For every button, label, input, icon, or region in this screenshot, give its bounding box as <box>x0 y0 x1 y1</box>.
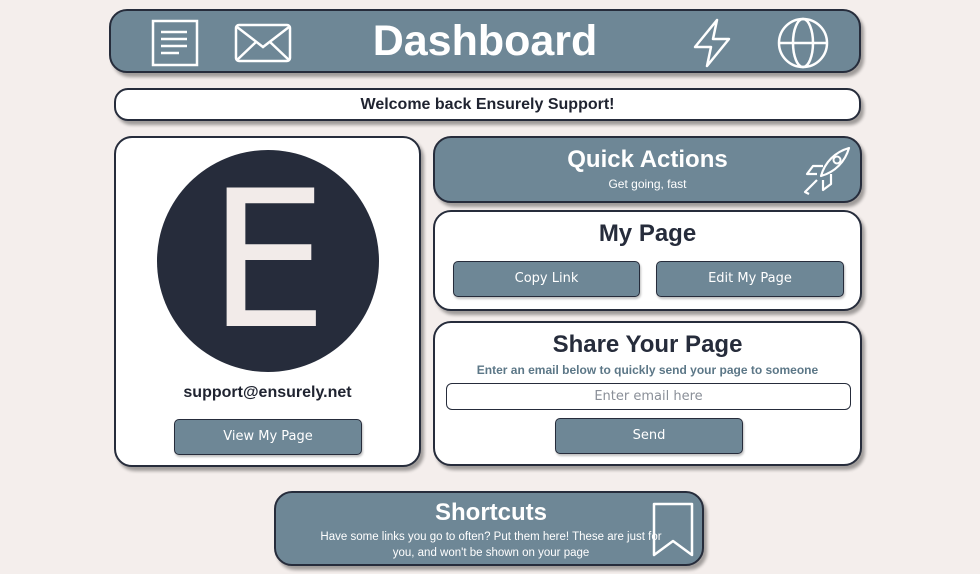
my-page-card: My Page Copy Link Edit My Page <box>433 210 862 311</box>
quick-actions-title: Quick Actions <box>567 146 728 173</box>
welcome-message: Welcome back Ensurely Support! <box>360 96 615 113</box>
profile-email: support@ensurely.net <box>183 384 352 401</box>
shortcuts-title: Shortcuts <box>434 499 547 526</box>
share-page-instructions: Enter an email below to quickly send you… <box>476 363 819 377</box>
share-page-title: Share Your Page <box>552 331 743 358</box>
shortcuts-card[interactable]: Shortcuts Have some links you go to ofte… <box>274 491 704 566</box>
avatar-letter: E <box>207 150 329 371</box>
edit-my-page-button[interactable]: Edit My Page <box>656 261 844 297</box>
profile-card: E support@ensurely.net View My Page <box>114 136 421 467</box>
shortcuts-description: Have some links you go to often? Put the… <box>320 531 662 559</box>
header-bar: Dashboard <box>109 9 861 73</box>
document-icon[interactable] <box>151 19 199 67</box>
view-my-page-button[interactable]: View My Page <box>174 419 362 455</box>
quick-actions-card[interactable]: Quick Actions Get going, fast <box>433 136 862 203</box>
page-title: Dashboard <box>372 17 598 65</box>
welcome-banner: Welcome back Ensurely Support! <box>114 88 861 121</box>
copy-link-button[interactable]: Copy Link <box>453 261 640 297</box>
share-page-card: Share Your Page Enter an email below to … <box>433 321 862 466</box>
mail-icon[interactable] <box>234 23 292 63</box>
send-button[interactable]: Send <box>555 418 743 454</box>
rocket-icon <box>803 146 851 195</box>
bookmark-icon <box>652 502 694 557</box>
avatar: E <box>157 150 379 372</box>
quick-actions-subtitle: Get going, fast <box>608 177 687 191</box>
lightning-icon[interactable] <box>689 17 735 69</box>
email-input[interactable] <box>446 383 851 410</box>
my-page-title: My Page <box>598 220 697 247</box>
globe-icon[interactable] <box>776 16 830 70</box>
